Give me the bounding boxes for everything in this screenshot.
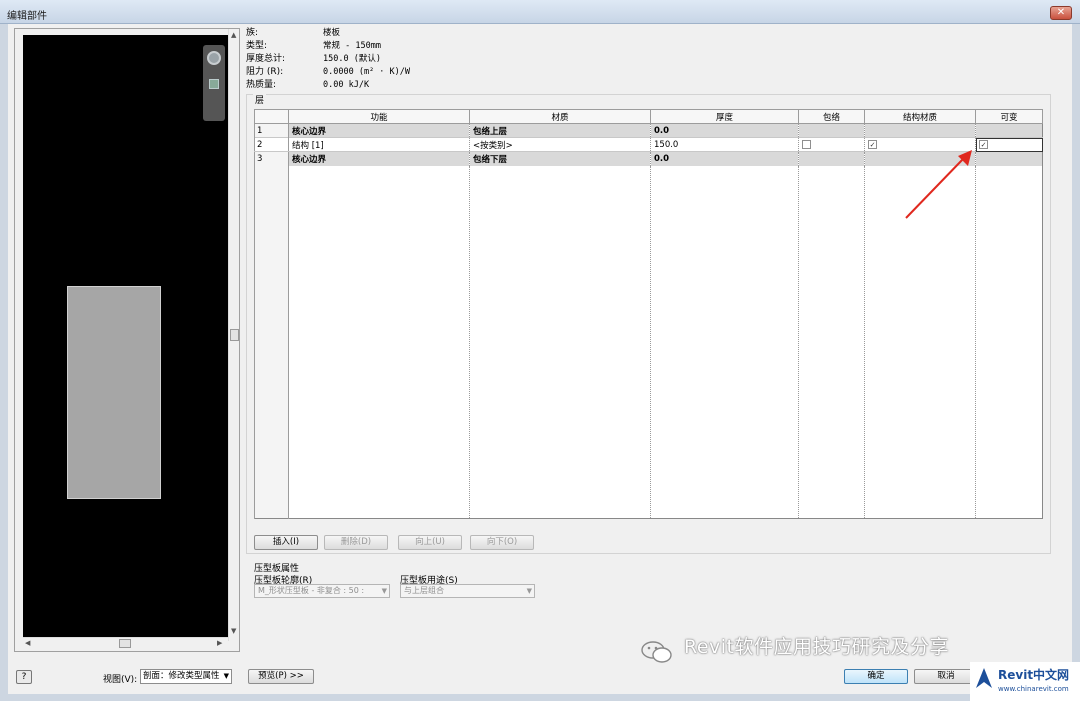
ok-button[interactable]: 确定 xyxy=(844,669,908,684)
deck-profile-value: M_形状压型板 - 非复合 : 50 : xyxy=(258,586,365,595)
property-key: 类型: xyxy=(246,41,268,51)
view-select-value: 剖面：修改类型属性 xyxy=(143,671,220,681)
scroll-right-arrow-icon[interactable]: ▶ xyxy=(217,639,222,647)
property-key: 热质量: xyxy=(246,80,277,90)
vertical-scroll-thumb[interactable] xyxy=(230,329,239,341)
property-row: 类型: 常规 - 150mm xyxy=(246,40,546,53)
deck-profile-select[interactable]: M_形状压型板 - 非复合 : 50 : ▼ xyxy=(254,584,390,598)
chevron-down-icon: ▼ xyxy=(381,587,387,595)
variable-checkbox[interactable]: ✓ xyxy=(979,139,988,149)
wraps-cell[interactable] xyxy=(798,137,865,152)
scroll-up-arrow-icon[interactable]: ▲ xyxy=(231,31,236,39)
row-number[interactable]: 2 xyxy=(254,137,289,152)
empty-cell xyxy=(650,165,799,519)
empty-cell xyxy=(469,165,651,519)
property-row: 热质量: 0.00 kJ/K xyxy=(246,79,546,92)
watermark-text: Revit软件应用技巧研究及分享 xyxy=(684,636,950,658)
scroll-down-arrow-icon[interactable]: ▼ xyxy=(231,627,236,635)
close-button[interactable]: ✕ xyxy=(1050,6,1072,20)
property-value: 常规 - 150mm xyxy=(323,41,381,51)
table-row[interactable]: 1 核心边界 包络上层 0.0 xyxy=(254,123,1043,138)
dialog-body: ▲ ▼ ◀ ▶ 族: 楼板 类型: 常规 - 150mm 厚度总计: 150.0 (默… xyxy=(8,24,1072,694)
property-row: 厚度总计: 150.0 (默认) xyxy=(246,53,546,66)
wechat-icon xyxy=(641,641,672,663)
column-header-function[interactable]: 功能 xyxy=(288,109,470,124)
structural-material-checkbox[interactable]: ✓ xyxy=(868,139,877,149)
structural-material-cell xyxy=(864,123,976,138)
property-row: 阻力 (R): 0.0000 (m² · K)/W xyxy=(246,66,546,79)
preview-vertical-scrollbar[interactable]: ▲ ▼ xyxy=(228,29,239,641)
wraps-cell xyxy=(798,151,865,166)
navigation-bar[interactable] xyxy=(203,45,225,121)
zoom-icon[interactable] xyxy=(209,79,219,89)
move-up-button[interactable]: 向上(U) xyxy=(398,535,462,550)
scroll-left-arrow-icon[interactable]: ◀ xyxy=(25,639,30,647)
site-logo: Revit中文网 www.chinarevit.com xyxy=(970,662,1080,701)
chevron-down-icon: ▼ xyxy=(223,672,229,680)
column-header-wraps[interactable]: 包络 xyxy=(798,109,865,124)
variable-cell xyxy=(975,151,1043,166)
property-row: 族: 楼板 xyxy=(246,27,546,40)
thickness-cell[interactable]: 150.0 xyxy=(650,137,799,152)
function-cell[interactable]: 核心边界 xyxy=(288,123,470,138)
thickness-cell[interactable]: 0.0 xyxy=(650,151,799,166)
material-cell[interactable]: 包络上层 xyxy=(469,123,651,138)
title-bar: 编辑部件 ✕ xyxy=(0,0,1080,24)
horizontal-scroll-thumb[interactable] xyxy=(119,639,131,648)
move-down-button[interactable]: 向下(O) xyxy=(470,535,534,550)
cancel-button[interactable]: 取消 xyxy=(914,669,978,684)
column-header-number xyxy=(254,109,289,124)
property-value: 150.0 (默认) xyxy=(323,54,381,64)
section-preview-shape xyxy=(67,286,161,499)
material-cell[interactable]: <按类别> xyxy=(469,137,651,152)
column-header-material[interactable]: 材质 xyxy=(469,109,651,124)
logo-url: www.chinarevit.com xyxy=(998,685,1069,693)
deck-usage-value: 与上层组合 xyxy=(404,586,444,595)
type-properties: 族: 楼板 类型: 常规 - 150mm 厚度总计: 150.0 (默认) 阻力 (R… xyxy=(246,27,546,92)
revit-logo-icon xyxy=(976,668,992,688)
steering-wheel-icon[interactable] xyxy=(207,51,221,65)
annotation-arrow-icon xyxy=(905,150,972,219)
function-cell[interactable]: 结构 [1] xyxy=(288,137,470,152)
deck-usage-select[interactable]: 与上层组合 ▼ xyxy=(400,584,535,598)
function-cell[interactable]: 核心边界 xyxy=(288,151,470,166)
empty-cell xyxy=(288,165,470,519)
preview-canvas[interactable] xyxy=(23,35,228,637)
preview-pane: ▲ ▼ ◀ ▶ xyxy=(14,28,240,652)
column-header-variable[interactable]: 可变 xyxy=(975,109,1043,124)
column-header-structural-material[interactable]: 结构材质 xyxy=(864,109,976,124)
wraps-cell xyxy=(798,123,865,138)
variable-cell xyxy=(975,123,1043,138)
property-key: 阻力 (R): xyxy=(246,67,284,77)
property-value: 0.00 kJ/K xyxy=(323,80,370,90)
layers-group-label: 层 xyxy=(253,93,267,106)
view-label: 视图(V): xyxy=(103,675,138,685)
preview-horizontal-scrollbar[interactable]: ◀ ▶ xyxy=(23,637,228,649)
delete-layer-button[interactable]: 删除(D) xyxy=(324,535,388,550)
row-number[interactable]: 1 xyxy=(254,123,289,138)
property-value: 楼板 xyxy=(323,28,341,38)
view-select[interactable]: 剖面：修改类型属性 ▼ xyxy=(140,669,232,684)
chevron-down-icon: ▼ xyxy=(526,587,532,595)
preview-button[interactable]: 预览(P) >> xyxy=(248,669,314,684)
property-value: 0.0000 (m² · K)/W xyxy=(323,67,410,77)
window-title: 编辑部件 xyxy=(7,11,47,22)
empty-cell xyxy=(975,165,1043,519)
logo-brand: Revit中文网 xyxy=(998,668,1070,682)
wraps-checkbox[interactable] xyxy=(802,139,811,149)
insert-layer-button[interactable]: 插入(I) xyxy=(254,535,318,550)
column-header-thickness[interactable]: 厚度 xyxy=(650,109,799,124)
variable-cell[interactable]: ✓ xyxy=(975,137,1043,152)
help-icon[interactable]: ? xyxy=(16,670,32,684)
thickness-cell[interactable]: 0.0 xyxy=(650,123,799,138)
property-key: 厚度总计: xyxy=(246,54,286,64)
row-number-filler xyxy=(254,165,289,519)
table-header-row: 功能 材质 厚度 包络 结构材质 可变 xyxy=(254,109,1043,124)
material-cell[interactable]: 包络下层 xyxy=(469,151,651,166)
property-key: 族: xyxy=(246,28,259,38)
empty-cell xyxy=(798,165,865,519)
row-number[interactable]: 3 xyxy=(254,151,289,166)
